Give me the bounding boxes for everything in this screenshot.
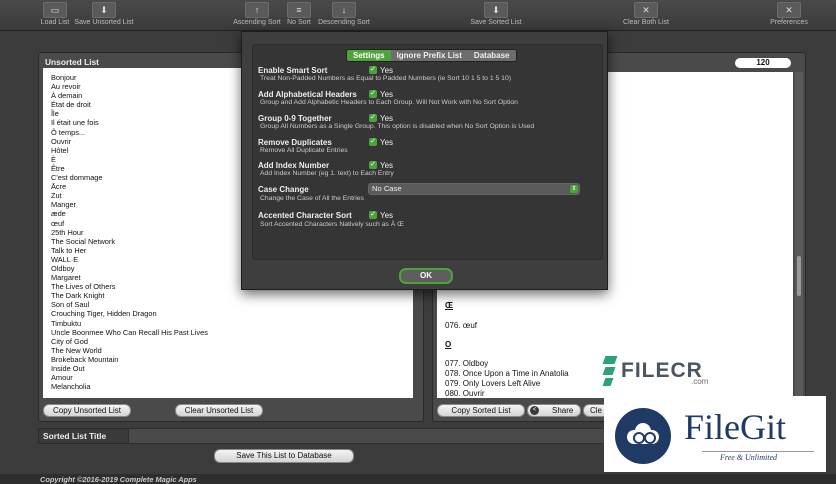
filegit-logo-icon	[615, 408, 671, 464]
case-change-select[interactable]: No Case ⇕	[368, 183, 580, 195]
list-item: Amour	[51, 373, 73, 383]
tab-ignore-prefix[interactable]: Ignore Prefix List	[390, 50, 468, 61]
settings-dialog: Settings Ignore Prefix List Database Ena…	[241, 31, 608, 290]
list-item: 079. Only Lovers Left Alive	[445, 379, 541, 388]
header-oe: Œ	[445, 301, 453, 310]
list-item: Son of Saul	[51, 300, 90, 310]
filegit-divider	[702, 451, 814, 452]
copy-unsorted-button[interactable]: Copy Unsorted List	[43, 404, 131, 417]
group-numbers-desc: Group All Numbers as a Single Group. Thi…	[260, 123, 535, 130]
group-numbers-value: Yes	[380, 114, 394, 123]
clear-both-button[interactable]: ✕ Clear Both List	[620, 2, 672, 28]
save-to-database-button[interactable]: Save This List to Database	[214, 449, 354, 463]
index-number-value: Yes	[380, 161, 394, 170]
chevron-updown-icon: ⇕	[570, 185, 578, 193]
alpha-headers-desc: Group and Add Alphabetic Headers to Each…	[260, 99, 518, 106]
remove-duplicates-desc: Remove All Duplicate Entries	[260, 147, 348, 154]
settings-tabs: Settings Ignore Prefix List Database	[346, 49, 517, 62]
alpha-headers-value: Yes	[380, 90, 394, 99]
filecr-watermark-sub: .com	[691, 377, 709, 386]
load-list-button[interactable]: ▭ Load List	[38, 2, 72, 28]
remove-duplicates-label: Remove Duplicates	[258, 138, 332, 147]
toolbar: ▭ Load List ⬇ Save Unsorted List ↑ Ascendin…	[0, 0, 836, 31]
index-number-desc: Add Index Number (eg 1. text) to Each En…	[260, 170, 394, 177]
sorted-list-title-input[interactable]	[128, 428, 606, 444]
filegit-watermark: FileGit Free & Unlimited	[604, 396, 826, 472]
filegit-subtitle: Free & Unlimited	[720, 453, 778, 462]
list-item: Melancholia	[51, 382, 91, 392]
save-sorted-button[interactable]: ⬇ Save Sorted List	[468, 2, 524, 28]
unsorted-header: Unsorted List	[45, 57, 99, 67]
sort-ascending-icon: ↑	[245, 2, 269, 18]
index-number-checkbox[interactable]: ✓	[369, 161, 377, 169]
list-item: The Dark Knight	[51, 291, 105, 301]
case-change-desc: Change the Case of All the Entries	[260, 195, 364, 202]
descending-sort-button[interactable]: ↓ Descending Sort	[315, 2, 373, 28]
no-sort-icon: ≡	[287, 2, 311, 18]
accent-sort-label: Accented Character Sort	[258, 211, 352, 220]
remove-duplicates-value: Yes	[380, 138, 394, 147]
list-item: Timbuktu	[51, 318, 82, 328]
list-item: Inside Out	[51, 364, 85, 373]
copy-sorted-button[interactable]: Copy Sorted List	[437, 404, 525, 417]
sorted-list-title-label: Sorted List Title	[38, 428, 132, 444]
ascending-sort-button[interactable]: ↑ Ascending Sort	[231, 2, 283, 28]
header-o: O	[445, 340, 452, 349]
list-item: Uncle Boonmee Who Can Recall His Past Li…	[51, 327, 208, 337]
group-numbers-checkbox[interactable]: ✓	[369, 114, 377, 122]
case-change-label: Case Change	[258, 185, 309, 194]
list-item: 078. Once Upon a Time in Anatolia	[445, 369, 569, 378]
save-icon: ⬇	[484, 2, 508, 18]
no-sort-button[interactable]: ≡ No Sort	[285, 2, 313, 28]
list-item: 077. Oldboy	[445, 359, 489, 368]
list-item: The New World	[51, 345, 102, 355]
smart-sort-checkbox[interactable]: ✓	[369, 66, 377, 74]
clear-unsorted-button[interactable]: Clear Unsorted List	[175, 404, 263, 417]
copyright: Copyright ©2016-2019 Complete Magic Apps	[40, 475, 197, 484]
index-number-label: Add Index Number	[258, 161, 330, 170]
share-icon: <	[530, 406, 539, 415]
share-button[interactable]: < Share	[527, 404, 581, 417]
group-numbers-label: Group 0-9 Together	[258, 114, 332, 123]
list-item: City of God	[51, 336, 88, 346]
smart-sort-value: Yes	[380, 66, 394, 75]
accent-sort-checkbox[interactable]: ✓	[369, 211, 377, 219]
gear-icon: ✕	[777, 2, 801, 18]
list-item: Brokeback Mountain	[51, 354, 119, 364]
sort-descending-icon: ↓	[332, 2, 356, 18]
smart-sort-label: Enable Smart Sort	[258, 66, 328, 75]
list-item: 076. œuf	[445, 321, 478, 330]
scrollbar-thumb[interactable]	[797, 256, 801, 296]
trash-icon: ✕	[634, 2, 658, 18]
ok-button[interactable]: OK	[399, 268, 453, 284]
remove-duplicates-checkbox[interactable]: ✓	[369, 138, 377, 146]
list-item: Crouching Tiger, Hidden Dragon	[51, 309, 157, 319]
accent-sort-value: Yes	[380, 211, 394, 220]
filecr-logo-icon	[602, 356, 618, 386]
preferences-button[interactable]: ✕ Preferences	[767, 2, 811, 28]
save-unsorted-button[interactable]: ⬇ Save Unsorted List	[73, 2, 135, 28]
scrollbar[interactable]	[795, 72, 803, 398]
save-icon: ⬇	[92, 2, 116, 18]
accent-sort-desc: Sort Accented Characters Natively such a…	[260, 221, 404, 228]
tab-settings[interactable]: Settings	[347, 50, 391, 61]
alpha-headers-label: Add Alphabetical Headers	[258, 90, 357, 99]
folder-icon: ▭	[43, 2, 67, 18]
alpha-headers-checkbox[interactable]: ✓	[369, 90, 377, 98]
item-count: 120	[735, 58, 791, 68]
smart-sort-desc: Treat Non-Padded Numbers as Equal to Pad…	[260, 75, 511, 82]
tab-database[interactable]: Database	[467, 50, 516, 61]
filegit-title: FileGit	[684, 407, 787, 447]
list-item: 080. Ouvrir	[445, 389, 485, 398]
